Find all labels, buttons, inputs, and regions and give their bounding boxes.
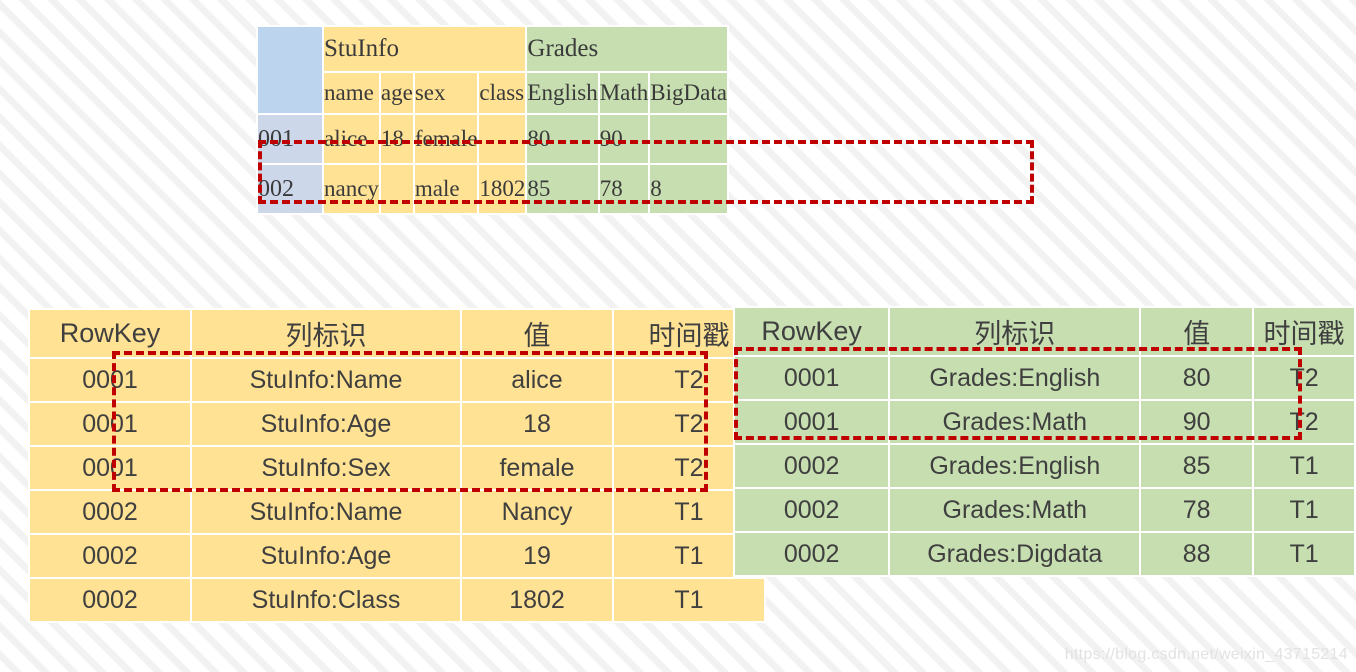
table-row: 0001 StuInfo:Sex female T2 bbox=[28, 445, 766, 491]
stuinfo-cell-column: StuInfo:Sex bbox=[190, 445, 462, 491]
grades-kv-body: RowKey 列标识 值 时间戳 0001 Grades:English 80 … bbox=[732, 306, 1356, 577]
grades-cell-timestamp: T1 bbox=[1252, 443, 1356, 489]
logical-cell-001-age: 18 bbox=[378, 113, 415, 165]
qualifier-header-math: Math bbox=[597, 71, 651, 115]
logical-cell-002-class: 1802 bbox=[477, 163, 528, 215]
logical-qualifier-header-row: name age sex class English Math BigData bbox=[257, 71, 729, 115]
stuinfo-cell-value: Nancy bbox=[460, 489, 614, 535]
logical-data-row-002: 002 nancy male 1802 85 78 8 bbox=[256, 163, 729, 215]
qualifier-header-english: English bbox=[525, 71, 600, 115]
table-row: 0001 Grades:English 80 T2 bbox=[732, 355, 1356, 401]
table-row: 0002 StuInfo:Age 19 T1 bbox=[28, 533, 766, 579]
logical-data-row-001: 001 alice 18 female 80 90 bbox=[256, 113, 729, 165]
grades-cell-timestamp: T1 bbox=[1252, 487, 1356, 533]
grades-cell-rowkey: 0002 bbox=[732, 443, 891, 489]
grades-cell-column: Grades:Digdata bbox=[888, 531, 1142, 577]
grades-cell-value: 85 bbox=[1139, 443, 1255, 489]
logical-cell-001-bigdata bbox=[648, 113, 729, 165]
stuinfo-kv-header-row: RowKey 列标识 值 时间戳 bbox=[28, 308, 766, 359]
qualifier-header-sex: sex bbox=[412, 71, 480, 115]
table-row: 0001 StuInfo:Name alice T2 bbox=[28, 357, 766, 403]
grades-cell-value: 88 bbox=[1139, 531, 1255, 577]
stuinfo-cell-column: StuInfo:Name bbox=[190, 489, 462, 535]
stuinfo-header-column: 列标识 bbox=[190, 308, 462, 359]
stuinfo-cell-value: 18 bbox=[460, 401, 614, 447]
stuinfo-header-rowkey: RowKey bbox=[28, 308, 192, 359]
logical-cell-002-bigdata: 8 bbox=[648, 163, 729, 215]
grades-cell-column: Grades:English bbox=[888, 355, 1142, 401]
grades-header-timestamp: 时间戳 bbox=[1252, 306, 1356, 357]
stuinfo-cell-value: alice bbox=[460, 357, 614, 403]
logical-cell-001-name: alice bbox=[322, 113, 381, 165]
stuinfo-cell-column: StuInfo:Age bbox=[190, 533, 462, 579]
grades-header-rowkey: RowKey bbox=[732, 306, 891, 357]
grades-cell-value: 80 bbox=[1139, 355, 1255, 401]
column-family-stuinfo-header: StuInfo bbox=[321, 25, 528, 73]
grades-keyvalue-table: RowKey 列标识 值 时间戳 0001 Grades:English 80 … bbox=[732, 306, 1356, 577]
logical-cell-002-sex: male bbox=[412, 163, 480, 215]
grades-cell-timestamp: T2 bbox=[1252, 399, 1356, 445]
table-row: 0001 StuInfo:Age 18 T2 bbox=[28, 401, 766, 447]
grades-cell-rowkey: 0001 bbox=[732, 399, 891, 445]
stuinfo-cell-rowkey: 0001 bbox=[28, 357, 192, 403]
logical-cell-001-math: 90 bbox=[597, 113, 651, 165]
stuinfo-cell-timestamp: T1 bbox=[612, 577, 766, 623]
qualifier-header-name: name bbox=[322, 71, 381, 115]
stuinfo-cell-rowkey: 0002 bbox=[28, 533, 192, 579]
grades-cell-value: 78 bbox=[1139, 487, 1255, 533]
stuinfo-cell-rowkey: 0002 bbox=[28, 577, 192, 623]
qualifier-header-age: age bbox=[378, 71, 415, 115]
grades-cell-value: 90 bbox=[1139, 399, 1255, 445]
column-family-grades-header: Grades bbox=[525, 25, 729, 73]
grades-cell-column: Grades:Math bbox=[888, 399, 1142, 445]
grades-header-column: 列标识 bbox=[888, 306, 1142, 357]
table-row: 0002 Grades:English 85 T1 bbox=[732, 443, 1356, 489]
stuinfo-keyvalue-table: RowKey 列标识 值 时间戳 0001 StuInfo:Name alice… bbox=[28, 308, 766, 623]
stuinfo-cell-column: StuInfo:Age bbox=[190, 401, 462, 447]
qualifier-header-bigdata: BigData bbox=[648, 71, 729, 115]
logical-cell-002-english: 85 bbox=[525, 163, 600, 215]
logical-cell-001-sex: female bbox=[412, 113, 480, 165]
logical-family-header-row: StuInfo Grades bbox=[256, 25, 729, 115]
grades-header-value: 值 bbox=[1139, 306, 1255, 357]
stuinfo-cell-column: StuInfo:Name bbox=[190, 357, 462, 403]
table-row: 0001 Grades:Math 90 T2 bbox=[732, 399, 1356, 445]
logical-rowkey-001: 001 bbox=[256, 113, 324, 165]
stuinfo-cell-rowkey: 0002 bbox=[28, 489, 192, 535]
grades-cell-rowkey: 0001 bbox=[732, 355, 891, 401]
stuinfo-cell-rowkey: 0001 bbox=[28, 401, 192, 447]
hbase-logical-view-table: StuInfo Grades name age sex class Englis… bbox=[256, 25, 729, 215]
stuinfo-cell-column: StuInfo:Class bbox=[190, 577, 462, 623]
stuinfo-kv-body: RowKey 列标识 值 时间戳 0001 StuInfo:Name alice… bbox=[28, 308, 766, 623]
watermark-url: https://blog.csdn.net/weixin_43715214 bbox=[1064, 646, 1348, 663]
table-row: 0002 Grades:Math 78 T1 bbox=[732, 487, 1356, 533]
logical-table-body: StuInfo Grades name age sex class Englis… bbox=[256, 25, 729, 215]
table-row: 0002 StuInfo:Name Nancy T1 bbox=[28, 489, 766, 535]
logical-cell-002-math: 78 bbox=[597, 163, 651, 215]
logical-cell-002-age bbox=[378, 163, 415, 215]
stuinfo-cell-value: 19 bbox=[460, 533, 614, 579]
grades-kv-header-row: RowKey 列标识 值 时间戳 bbox=[732, 306, 1356, 357]
stuinfo-cell-value: 1802 bbox=[460, 577, 614, 623]
stuinfo-cell-value: female bbox=[460, 445, 614, 491]
table-row: 0002 Grades:Digdata 88 T1 bbox=[732, 531, 1356, 577]
grades-cell-rowkey: 0002 bbox=[732, 487, 891, 533]
stuinfo-cell-rowkey: 0001 bbox=[28, 445, 192, 491]
grades-cell-column: Grades:Math bbox=[888, 487, 1142, 533]
grades-cell-timestamp: T2 bbox=[1252, 355, 1356, 401]
logical-rowkey-002: 002 bbox=[256, 163, 324, 215]
logical-cell-001-class bbox=[477, 113, 528, 165]
grades-cell-timestamp: T1 bbox=[1252, 531, 1356, 577]
grades-cell-column: Grades:English bbox=[888, 443, 1142, 489]
stuinfo-header-value: 值 bbox=[460, 308, 614, 359]
logical-cell-002-name: nancy bbox=[322, 163, 381, 215]
logical-cell-001-english: 80 bbox=[525, 113, 600, 165]
grades-cell-rowkey: 0002 bbox=[732, 531, 891, 577]
qualifier-header-class: class bbox=[477, 71, 528, 115]
table-row: 0002 StuInfo:Class 1802 T1 bbox=[28, 577, 766, 623]
logical-corner-cell bbox=[256, 25, 324, 115]
